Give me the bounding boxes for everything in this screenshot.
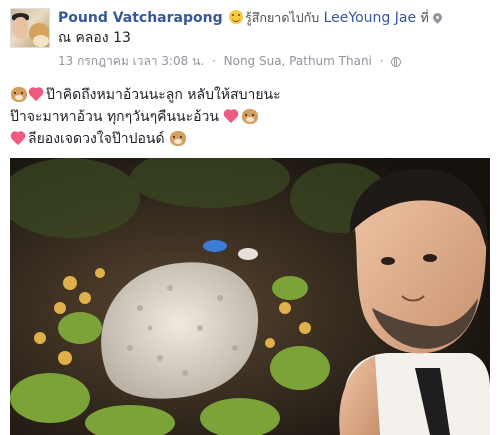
header-line: Pound Vatcharapong รู้สึกยาดไปกับ LeeYou… [58, 8, 498, 28]
avatar-dog-muzzle [33, 35, 49, 47]
dog-face-emoji [11, 87, 27, 102]
heart-emoji [11, 131, 27, 146]
post-meta: 13 กรกฎาคม เวลา 3:08 น. · Nong Sua, Path… [58, 52, 402, 71]
post-text-line: ป๊าจะมาหาอ้วน ทุกๆวันๆคืนนะอ้วน [10, 106, 490, 128]
post-text-line: ลียองเจดวงใจป๊าปอนด์ [10, 128, 490, 150]
author-avatar[interactable] [10, 8, 50, 48]
heart-emoji [224, 109, 240, 124]
separator-dot: · [379, 54, 384, 68]
heart-emoji [29, 87, 45, 102]
facebook-post: Pound Vatcharapong รู้สึกยาดไปกับ LeeYou… [0, 0, 500, 435]
avatar-face [13, 17, 28, 39]
selfie-person [339, 168, 490, 435]
post-text-line: ป๊าคิดถึงหมาอ้วนนะลูก หลับให้สบายนะ [10, 84, 490, 106]
at-text: ที่ [420, 10, 429, 25]
post-text-line-1: ป๊าคิดถึงหมาอ้วนนะลูก หลับให้สบายนะ [46, 87, 281, 103]
tagged-person-link[interactable]: LeeYoung Jae [324, 10, 416, 26]
smiley-feeling-icon [229, 10, 244, 24]
timestamp-link[interactable]: 13 กรกฎาคม เวลา 3:08 น. [58, 54, 204, 68]
post-text-line-3: ลียองเจดวงใจป๊าปอนด์ [28, 131, 165, 147]
post-header: Pound Vatcharapong รู้สึกยาดไปกับ LeeYou… [58, 8, 498, 48]
globe-icon[interactable] [391, 57, 402, 67]
feeling-text: รู้สึกยาดไปกับ [245, 10, 320, 25]
photo-illustration [10, 158, 490, 435]
location-line: ณ คลอง 13 [58, 28, 498, 48]
map-pin-icon [430, 11, 444, 24]
post-photo[interactable] [10, 158, 490, 435]
location-name-link[interactable]: ณ คลอง 13 [58, 30, 131, 46]
dog-face-emoji [242, 109, 259, 124]
place-link[interactable]: Nong Sua, Pathum Thani [224, 54, 372, 68]
post-text: ป๊าคิดถึงหมาอ้วนนะลูก หลับให้สบายนะ ป๊าจ… [10, 84, 490, 150]
author-name[interactable]: Pound Vatcharapong [58, 10, 223, 26]
separator-dot: · [211, 54, 216, 68]
dog-face-emoji [170, 131, 187, 146]
post-text-line-2: ป๊าจะมาหาอ้วน ทุกๆวันๆคืนนะอ้วน [10, 109, 219, 125]
